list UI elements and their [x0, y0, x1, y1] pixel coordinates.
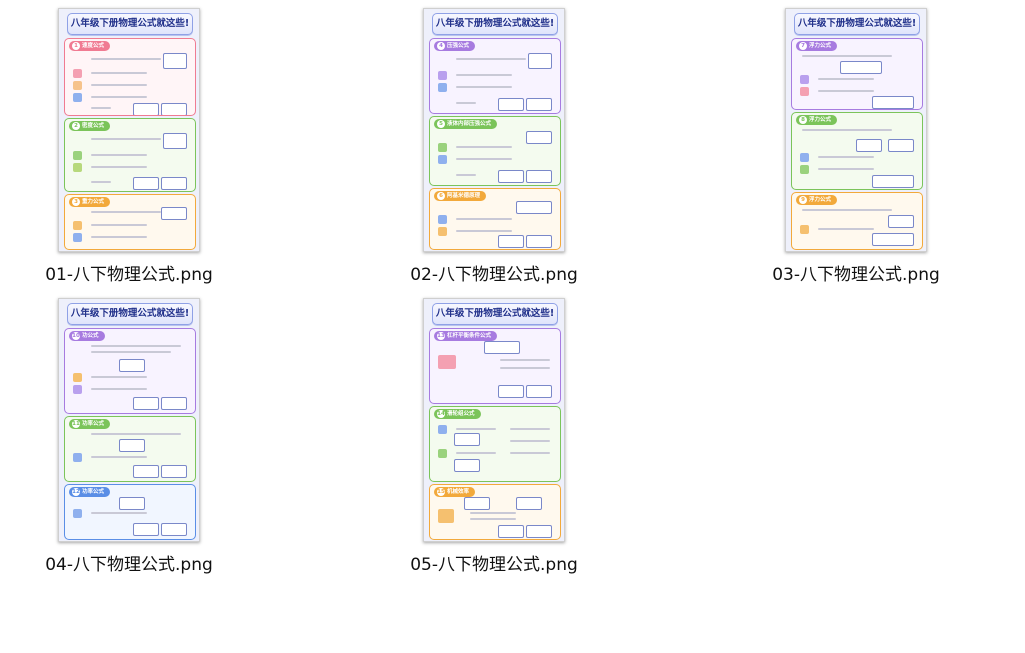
file-thumbnail[interactable]: 八年级下册物理公式就这些! 10 功公式 11 功率公式 12 功率公式: [58, 298, 200, 542]
file-tile[interactable]: 八年级下册物理公式就这些! 1 速度公式 2 密度公式 3 重力公式 01-八下…: [29, 8, 229, 285]
poster-title: 八年级下册物理公式就这些!: [67, 303, 193, 325]
file-name[interactable]: 01-八下物理公式.png: [29, 260, 229, 285]
poster-section: 10 功公式: [64, 328, 196, 414]
poster-section: 5 液体内部压强公式: [429, 116, 561, 186]
poster-section: 11 功率公式: [64, 416, 196, 482]
file-name[interactable]: 04-八下物理公式.png: [29, 550, 229, 575]
poster-section: 6 阿基米德原理: [429, 188, 561, 250]
file-tile[interactable]: 八年级下册物理公式就这些! 7 浮力公式 8 浮力公式 9 浮力公式 03-八下…: [756, 8, 956, 285]
file-name[interactable]: 05-八下物理公式.png: [394, 550, 594, 575]
poster-title: 八年级下册物理公式就这些!: [67, 13, 193, 35]
poster-section: 14 滑轮组公式: [429, 406, 561, 482]
file-thumbnail[interactable]: 八年级下册物理公式就这些! 13 杠杆平衡条件公式 14 滑轮组公式 15 机械效率: [423, 298, 565, 542]
file-thumbnail[interactable]: 八年级下册物理公式就这些! 7 浮力公式 8 浮力公式 9 浮力公式: [785, 8, 927, 252]
file-thumbnail[interactable]: 八年级下册物理公式就这些! 4 压强公式 5 液体内部压强公式 6 阿基米德原理: [423, 8, 565, 252]
poster-section: 7 浮力公式: [791, 38, 923, 110]
file-tile[interactable]: 八年级下册物理公式就这些! 10 功公式 11 功率公式 12 功率公式 04-…: [29, 298, 229, 575]
poster-section: 3 重力公式: [64, 194, 196, 250]
poster-section: 1 速度公式: [64, 38, 196, 116]
poster-section: 15 机械效率: [429, 484, 561, 540]
poster-section: 12 功率公式: [64, 484, 196, 540]
file-tile[interactable]: 八年级下册物理公式就这些! 13 杠杆平衡条件公式 14 滑轮组公式 15 机械效率: [394, 298, 594, 575]
poster-title: 八年级下册物理公式就这些!: [432, 303, 558, 325]
poster-section: 8 浮力公式: [791, 112, 923, 190]
file-tile[interactable]: 八年级下册物理公式就这些! 4压强公式 5液体内部压强公式 6阿基米德原理: [394, 8, 594, 285]
poster-section: 2 密度公式: [64, 118, 196, 192]
poster-section: 13 杠杆平衡条件公式: [429, 328, 561, 404]
poster-title: 八年级下册物理公式就这些!: [794, 13, 920, 35]
poster-section: 4 压强公式: [429, 38, 561, 114]
file-name[interactable]: 03-八下物理公式.png: [756, 260, 956, 285]
poster-section: 9 浮力公式: [791, 192, 923, 250]
file-thumbnail[interactable]: 八年级下册物理公式就这些! 1 速度公式 2 密度公式 3 重力公式: [58, 8, 200, 252]
poster-title: 八年级下册物理公式就这些!: [432, 13, 558, 35]
file-name[interactable]: 02-八下物理公式.png: [394, 260, 594, 285]
